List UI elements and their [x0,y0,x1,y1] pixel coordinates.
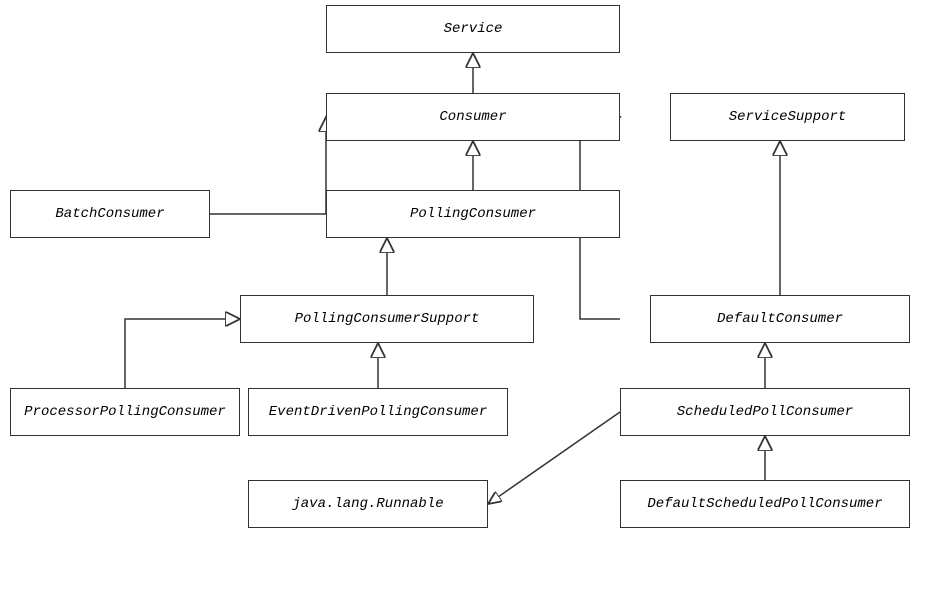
uml-class-processorpollingconsumer: ProcessorPollingConsumer [10,388,240,436]
uml-class-pollingconsumersupport: PollingConsumerSupport [240,295,534,343]
uml-class-pollingconsumer: PollingConsumer [326,190,620,238]
uml-class-scheduledpollconsumer: ScheduledPollConsumer [620,388,910,436]
uml-class-eventdrivenpollingconsumer: EventDrivenPollingConsumer [248,388,508,436]
uml-diagram: Service Consumer ServiceSupport BatchConsum… [0,0,947,616]
uml-class-defaultscheduledpollconsumer: DefaultScheduledPollConsumer [620,480,910,528]
uml-class-consumer: Consumer [326,93,620,141]
uml-class-defaultconsumer: DefaultConsumer [650,295,910,343]
uml-class-service: Service [326,5,620,53]
uml-class-batchconsumer: BatchConsumer [10,190,210,238]
uml-class-javarunnable: java.lang.Runnable [248,480,488,528]
uml-class-servicesupport: ServiceSupport [670,93,905,141]
